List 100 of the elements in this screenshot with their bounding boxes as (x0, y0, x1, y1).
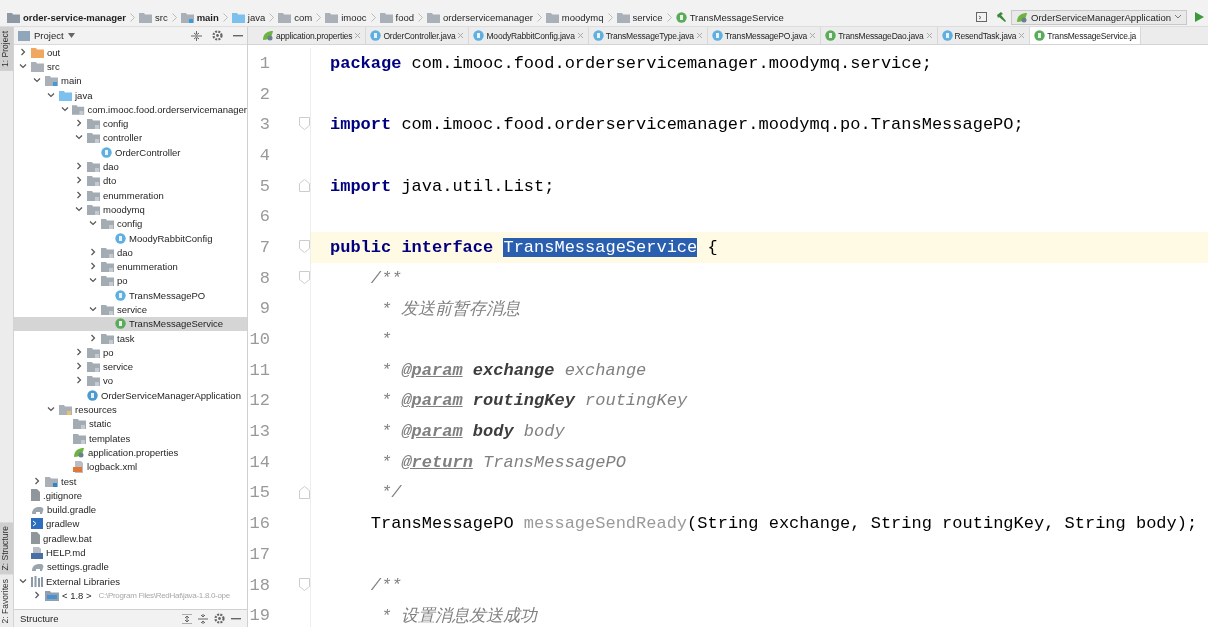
tree-item[interactable]: OrderController (14, 145, 247, 160)
tool-window-tab[interactable]: 2: Favorites (0, 574, 13, 627)
tree-item[interactable]: enummeration (14, 259, 247, 274)
tree-item[interactable]: java (14, 87, 247, 103)
tree-item[interactable]: po (14, 273, 247, 289)
line-number: 12 (249, 391, 270, 411)
tree-item[interactable]: application.properties (14, 445, 247, 460)
chevron-right-icon[interactable] (33, 590, 41, 599)
tree-item[interactable]: config (14, 216, 247, 231)
tree-item[interactable]: dao (14, 245, 247, 260)
tool-window-tab[interactable]: Z: Structure (0, 522, 13, 575)
breadcrumb-item[interactable]: java (228, 11, 269, 23)
tree-item[interactable]: dao (14, 159, 247, 174)
tree-item[interactable]: gradlew.bat (14, 531, 247, 546)
collapse-icon[interactable] (198, 613, 208, 624)
interface-icon (115, 318, 126, 330)
tree-item[interactable]: src (14, 59, 247, 74)
minimize-icon[interactable] (233, 34, 243, 37)
breadcrumb-item[interactable]: TransMessageService (672, 11, 787, 23)
play-icon[interactable] (1195, 12, 1204, 22)
tree-item[interactable]: service (14, 359, 247, 374)
tree-item[interactable]: resources (14, 402, 247, 417)
tree-item[interactable]: settings.gradle (14, 559, 247, 574)
code-line: * @return TransMessagePO (380, 452, 626, 472)
breadcrumb-item[interactable]: food (376, 11, 418, 23)
tree-item[interactable]: External Libraries (14, 574, 247, 589)
panel-title[interactable]: Structure (20, 613, 59, 624)
tree-item[interactable]: service (14, 302, 247, 317)
tree-item[interactable]: TransMessagePO (14, 288, 247, 303)
line-number: 1 (259, 53, 270, 73)
breadcrumb-item[interactable]: src (135, 11, 171, 23)
editor-tab[interactable]: OrderController.java (366, 27, 470, 44)
code-line: * 发送前暂存消息 (380, 299, 521, 321)
tree-item[interactable]: .gitignore (14, 488, 247, 503)
breadcrumb-item[interactable]: service (613, 11, 666, 23)
line-number: 17 (249, 544, 270, 564)
line-number: 16 (249, 514, 270, 534)
breadcrumb-item[interactable]: main (177, 11, 222, 23)
folder-icon (7, 11, 20, 23)
tree-item[interactable]: controller (14, 130, 247, 146)
tree-item[interactable]: build.gradle (14, 502, 247, 517)
tree-item[interactable]: po (14, 345, 247, 360)
chevron-down-icon[interactable] (89, 276, 97, 285)
tree-item[interactable]: com.imooc.food.orderservicemanager (14, 102, 247, 117)
tree-item[interactable]: logback.xml (14, 459, 247, 474)
caret-icon[interactable] (67, 33, 75, 38)
tree-item[interactable]: < 1.8 > C:\Program Files\RedHat\java-1.8.0-ope (14, 588, 247, 603)
tree-item[interactable]: enummeration (14, 187, 247, 203)
chevron-right-icon[interactable] (33, 476, 41, 485)
tree-item[interactable]: moodymq (14, 202, 247, 217)
chevron-right-icon[interactable] (19, 47, 27, 56)
editor-tab[interactable]: MoodyRabbitConfig.java (469, 27, 589, 44)
tree-item[interactable]: templates (14, 431, 247, 446)
settings-icon[interactable] (214, 613, 225, 624)
breadcrumb-item[interactable]: moodymq (542, 11, 607, 23)
editor-tab[interactable]: TransMessageDao.java (821, 27, 938, 44)
tree-item[interactable]: HELP.md (14, 545, 247, 560)
run-configuration-dropdown[interactable]: OrderServiceManagerApplication (1011, 9, 1187, 25)
terminal-window-icon[interactable] (976, 12, 988, 22)
line-number: 7 (259, 237, 270, 257)
tree-item[interactable]: dto (14, 173, 247, 188)
library-icon (31, 575, 43, 587)
tool-window-tab[interactable]: 1: Project (0, 27, 13, 71)
collapse-icon[interactable] (191, 30, 202, 41)
chevron-right-icon[interactable] (75, 119, 83, 128)
folder-icon (72, 103, 85, 115)
tree-item[interactable]: gradlew (14, 516, 247, 532)
tree-item[interactable]: out (14, 45, 247, 60)
tree-item[interactable]: static (14, 416, 247, 431)
breadcrumb-item[interactable]: com (275, 11, 316, 23)
terminal-icon (31, 518, 43, 530)
tree-item[interactable]: OrderServiceManagerApplication (14, 388, 247, 403)
breadcrumb-item[interactable]: orderservicemanager (424, 11, 536, 23)
tree-item[interactable]: task (14, 330, 247, 346)
minimize-icon[interactable] (231, 617, 241, 620)
editor-tab[interactable]: TransMessageService.ja (1030, 27, 1142, 44)
breadcrumb-item[interactable]: imooc (322, 11, 370, 23)
tree-item[interactable]: main (14, 73, 247, 88)
folder-icon (87, 375, 100, 387)
panel-title[interactable]: Project (34, 30, 64, 41)
xml-file-icon (73, 460, 84, 473)
editor-tab[interactable]: TransMessageType.java (588, 27, 708, 44)
settings-icon[interactable] (212, 30, 223, 41)
tree-item[interactable]: TransMessageService (14, 316, 247, 331)
tree-item[interactable]: test (14, 473, 247, 489)
chevron-down-icon[interactable] (75, 133, 83, 142)
editor-tab[interactable]: TransMessagePO.java (707, 27, 822, 44)
expand-icon[interactable] (182, 613, 192, 624)
code-line: * 设置消息发送成功 (380, 606, 538, 627)
interface-icon (675, 11, 687, 23)
tree-item[interactable]: config (14, 116, 247, 131)
breadcrumb-item[interactable]: order-service-manager (4, 11, 129, 23)
editor-tab[interactable]: application.properties (258, 27, 367, 44)
tree-item[interactable]: MoodyRabbitConfig (14, 230, 247, 246)
tree-item[interactable]: vo (14, 373, 247, 389)
chevron-down-icon[interactable] (19, 576, 27, 585)
chevron-down-icon[interactable] (89, 305, 97, 313)
chevron-down-icon[interactable] (47, 405, 55, 414)
caret-icon[interactable] (1174, 14, 1182, 20)
hammer-icon[interactable] (995, 11, 1008, 23)
